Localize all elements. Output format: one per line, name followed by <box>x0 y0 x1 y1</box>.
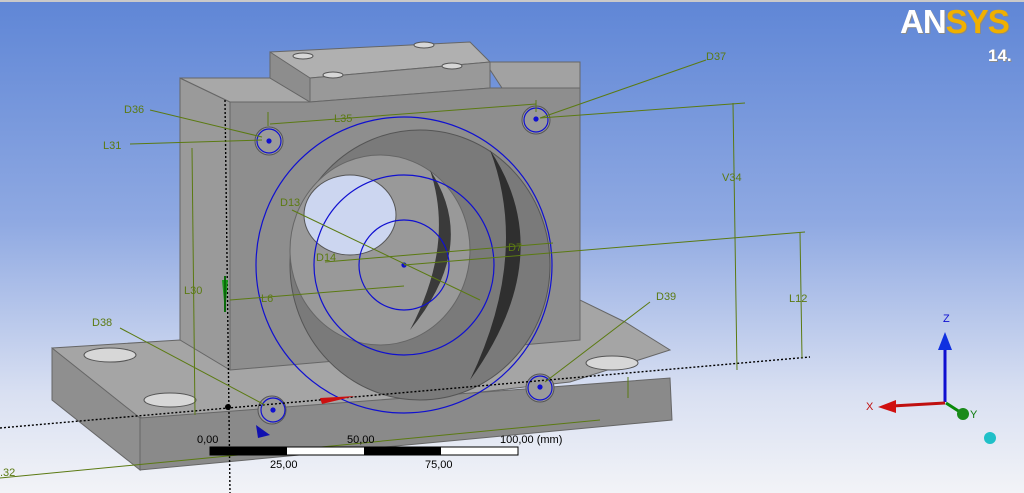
logo-text-sys: SYS <box>945 3 1010 40</box>
dim-label-l6[interactable]: L6 <box>261 293 273 305</box>
ansys-logo: ANSYS <box>900 3 1010 40</box>
model-scene[interactable]: D37 D36 L31 L35 V34 D13 D14 D7 L30 L6 L1… <box>0 0 1024 493</box>
dim-label-d14[interactable]: D14 <box>316 252 336 264</box>
scale-label-0: 0,00 <box>197 434 218 446</box>
dim-label-d38[interactable]: D38 <box>92 317 112 329</box>
graphics-viewport[interactable]: D37 D36 L31 L35 V34 D13 D14 D7 L30 L6 L1… <box>0 0 1024 493</box>
pillow-block-part[interactable] <box>51 41 673 472</box>
dim-label-l35[interactable]: L35 <box>334 113 352 125</box>
dim-label-d13[interactable]: D13 <box>280 197 300 209</box>
dim-label-l31[interactable]: L31 <box>103 140 121 152</box>
dim-label-l30[interactable]: L30 <box>184 285 202 297</box>
triad-y-label: Y <box>970 409 978 421</box>
scale-label-25: 25,00 <box>270 459 298 471</box>
scale-label-50: 50,00 <box>347 434 375 446</box>
triad-z-label: Z <box>943 313 950 325</box>
dim-label-d7[interactable]: D7 <box>508 242 522 254</box>
scale-label-75: 75,00 <box>425 459 453 471</box>
dim-label-l12[interactable]: L12 <box>789 293 807 305</box>
dim-label-d36[interactable]: D36 <box>124 104 144 116</box>
dim-label-d39[interactable]: D39 <box>656 291 676 303</box>
triad-x-label: X <box>866 401 874 413</box>
dim-label-d37[interactable]: D37 <box>706 51 726 63</box>
global-coordinate-triad[interactable]: Z X Y <box>866 313 996 444</box>
dim-label-v34[interactable]: V34 <box>722 172 742 184</box>
dim-label-l32[interactable]: .32 <box>0 467 15 479</box>
scale-label-100: 100,00 (mm) <box>500 434 562 446</box>
logo-text-an: AN <box>900 3 947 40</box>
version-label: 14. <box>988 46 1012 65</box>
